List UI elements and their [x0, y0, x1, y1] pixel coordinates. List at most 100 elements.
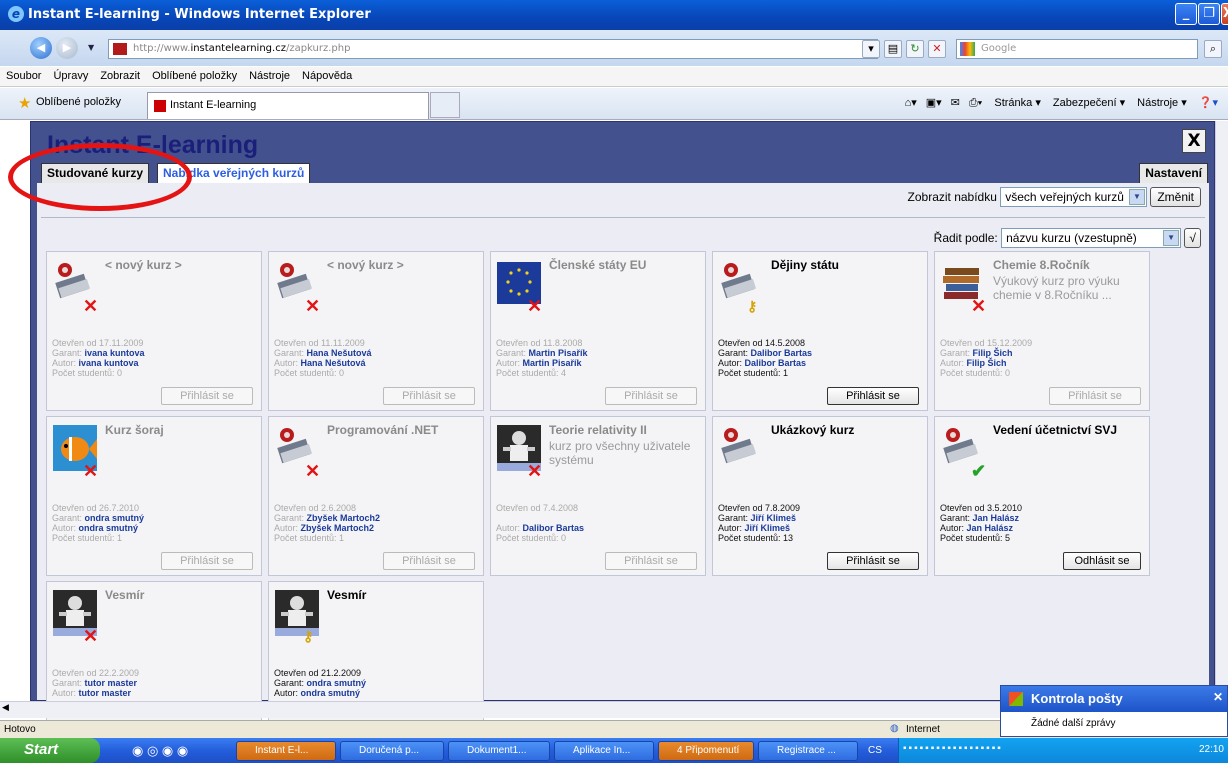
course-students: Počet studentů: 0: [274, 368, 345, 378]
menu-tools[interactable]: Nástroje: [243, 67, 296, 82]
fish-icon: ✕: [53, 423, 98, 481]
course-title[interactable]: Členské státy EU: [549, 258, 699, 272]
course-title[interactable]: Vedení účetnictví SVJ: [993, 423, 1143, 437]
sort-apply-button[interactable]: √: [1184, 228, 1201, 248]
browser-tab[interactable]: Instant E-learning: [147, 92, 429, 119]
print-icon[interactable]: ⎙▾: [969, 97, 982, 109]
course-author: Autor: ondra smutný: [274, 688, 361, 698]
course-title[interactable]: Programování .NET: [327, 423, 477, 437]
unavailable-x-icon: ✕: [305, 461, 321, 481]
address-dropdown-icon[interactable]: ▾: [862, 40, 880, 58]
close-icon[interactable]: ✕: [1213, 690, 1223, 704]
taskbar-item-app[interactable]: Aplikace In...: [554, 741, 654, 761]
search-placeholder: Google: [981, 43, 1017, 54]
course-opened: Otevřen od 2.6.2008: [274, 503, 357, 513]
sort-select[interactable]: názvu kurzu (vzestupně) ▼: [1001, 228, 1182, 248]
course-title[interactable]: Ukázkový kurz: [771, 423, 921, 437]
compatibility-icon[interactable]: ▤: [884, 40, 902, 58]
menu-edit[interactable]: Úpravy: [47, 67, 94, 82]
course-info: Otevřen od 3.5.2010 Garant: Jan Halász Aut…: [940, 503, 1022, 543]
tab-settings[interactable]: Nastavení: [1139, 163, 1208, 183]
history-dropdown-icon[interactable]: ▼: [88, 43, 94, 52]
change-button[interactable]: Změnit: [1150, 187, 1201, 207]
course-card: ✕ Teorie relativity II kurz pro všechny už…: [490, 416, 706, 576]
security-menu[interactable]: Zabezpečení ▾: [1053, 97, 1125, 109]
tray-icons[interactable]: ▪▪▪▪▪▪▪▪▪▪▪▪▪▪▪▪▪▪: [903, 743, 1003, 754]
course-enroll-button[interactable]: Přihlásit se: [605, 552, 697, 570]
favorites-star-icon[interactable]: ★: [18, 94, 31, 112]
course-title[interactable]: Vesmír: [105, 588, 255, 602]
course-garant: Garant: Filip Šich: [940, 348, 1013, 358]
stop-icon[interactable]: ✕: [928, 40, 946, 58]
home-icon[interactable]: ⌂▾: [905, 97, 917, 109]
forward-icon[interactable]: ▶: [56, 37, 78, 59]
taskbar-item-reminders[interactable]: 4 Připomenutí: [658, 741, 754, 761]
course-garant: Garant: ondra smutný: [52, 513, 145, 523]
search-input[interactable]: Google: [956, 39, 1198, 59]
language-indicator[interactable]: CS: [868, 745, 882, 756]
start-button[interactable]: Start: [0, 738, 100, 763]
course-enroll-button[interactable]: Přihlásit se: [827, 387, 919, 405]
course-info: Otevřen od 14.5.2008 Garant: Dalibor Bart…: [718, 338, 812, 378]
course-author: Autor: Zbyšek Martoch2: [274, 523, 375, 533]
course-title[interactable]: Vesmír: [327, 588, 477, 602]
help-icon[interactable]: ❓▾: [1199, 97, 1218, 109]
unavailable-x-icon: ✕: [83, 296, 99, 316]
vertical-scrollbar[interactable]: [1215, 121, 1228, 701]
course-title[interactable]: < nový kurz >: [327, 258, 477, 272]
taskbar-item-registration[interactable]: Registrace ...: [758, 741, 858, 761]
course-enroll-button[interactable]: Přihlásit se: [161, 552, 253, 570]
quicklaunch-icons[interactable]: ◉ ◎ ◉ ◉: [132, 743, 188, 759]
course-title[interactable]: < nový kurz >: [105, 258, 255, 272]
app-close-button[interactable]: X: [1182, 129, 1206, 153]
course-enroll-button[interactable]: Odhlásit se: [1063, 552, 1141, 570]
eu-flag-icon: ✕: [497, 258, 542, 316]
course-enroll-button[interactable]: Přihlásit se: [605, 387, 697, 405]
taskbar-item-mail[interactable]: Doručená p...: [340, 741, 444, 761]
notification-popup[interactable]: Kontrola pošty ✕ Žádné další zprávy: [1000, 685, 1228, 737]
course-title[interactable]: Chemie 8.Ročník: [993, 258, 1143, 272]
search-icon[interactable]: ⌕: [1204, 40, 1222, 58]
chevron-down-icon: ▼: [1163, 230, 1180, 246]
menu-help[interactable]: Nápověda: [296, 67, 358, 82]
close-window-button[interactable]: X: [1221, 3, 1228, 25]
course-enroll-button[interactable]: Přihlásit se: [383, 387, 475, 405]
course-enroll-button[interactable]: Přihlásit se: [161, 387, 253, 405]
popup-title: Kontrola pošty: [1031, 691, 1123, 706]
menu-favorites[interactable]: Oblíbené položky: [146, 67, 243, 82]
mail-icon[interactable]: ✉: [951, 97, 960, 109]
menu-file[interactable]: Soubor: [0, 67, 47, 82]
tools-menu[interactable]: Nástroje ▾: [1137, 97, 1187, 109]
course-enroll-button[interactable]: Přihlásit se: [383, 552, 475, 570]
course-garant: Garant: ondra smutný: [274, 678, 367, 688]
course-title[interactable]: Teorie relativity II: [549, 423, 699, 437]
back-icon[interactable]: ◀: [30, 37, 52, 59]
course-card: Ukázkový kurz Otevřen od 7.8.2009 Garant: …: [712, 416, 928, 576]
menu-view[interactable]: Zobrazit: [94, 67, 146, 82]
course-opened: Otevřen od 11.8.2008: [496, 338, 583, 348]
book-locked-icon: ✕: [275, 258, 320, 316]
page-menu[interactable]: Stránka ▾: [994, 97, 1041, 109]
feeds-icon[interactable]: ▣▾: [926, 97, 942, 109]
course-title[interactable]: Dějiny státu: [771, 258, 921, 272]
course-students: Počet studentů: 0: [940, 368, 1011, 378]
taskbar-item-doc[interactable]: Dokument1...: [448, 741, 550, 761]
new-tab-button[interactable]: [430, 92, 460, 118]
refresh-icon[interactable]: ↻: [906, 40, 924, 58]
course-opened: Otevřen od 11.11.2009: [274, 338, 365, 348]
show-filter-row: Zobrazit nabídku všech veřejných kurzů ▼ …: [908, 187, 1201, 209]
address-toolbar: ◀ ▶ ▼ http://www.instantelearning.cz/zap…: [0, 30, 1228, 66]
course-enroll-button[interactable]: Přihlásit se: [827, 552, 919, 570]
show-select[interactable]: všech veřejných kurzů ▼: [1000, 187, 1147, 207]
course-title[interactable]: Kurz šoraj: [105, 423, 255, 437]
maximize-button[interactable]: ❐: [1198, 3, 1220, 25]
course-enroll-button[interactable]: Přihlásit se: [1049, 387, 1141, 405]
course-opened: Otevřen od 3.5.2010: [940, 503, 1023, 513]
key-icon: ⚷: [303, 628, 314, 644]
minimize-button[interactable]: _: [1175, 3, 1197, 25]
address-input[interactable]: http://www.instantelearning.cz/zapkurz.p…: [108, 39, 878, 59]
course-description: Výukový kurz pro výuku chemie v 8.Ročník…: [993, 274, 1120, 302]
taskbar-item-ie[interactable]: Instant E-l...: [236, 741, 336, 761]
favorites-button[interactable]: Oblíbené položky: [36, 96, 121, 108]
scroll-left-icon[interactable]: ◀: [2, 703, 9, 713]
